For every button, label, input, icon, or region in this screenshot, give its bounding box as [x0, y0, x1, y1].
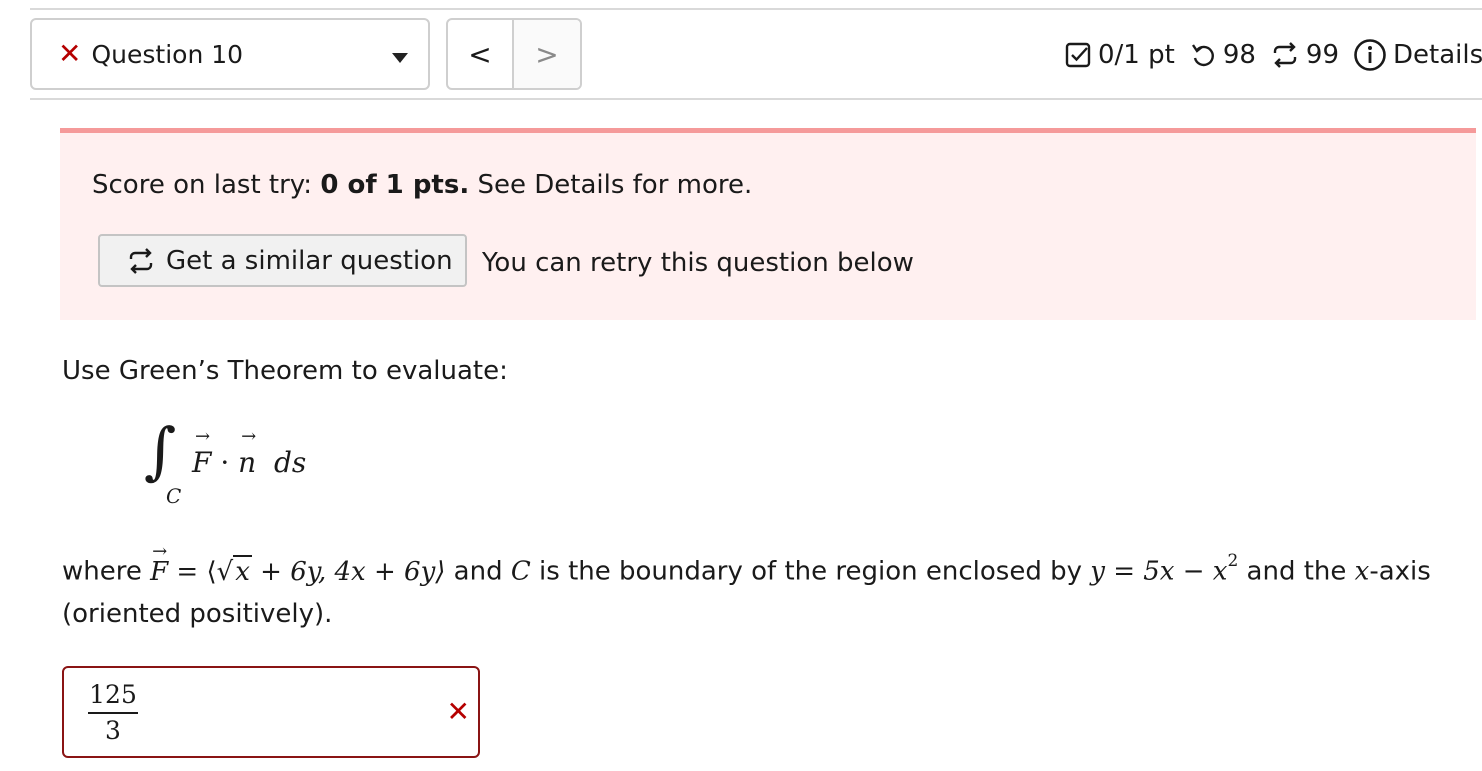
where-text: where — [62, 556, 151, 587]
info-icon — [1354, 39, 1386, 71]
sqrt-x: x — [233, 554, 252, 587]
question-selector-label: Question 10 — [91, 39, 244, 69]
dropdown-caret-icon — [392, 53, 408, 63]
integral-expression: ∫ C F · n ds — [140, 420, 380, 520]
details-label: Details — [1393, 40, 1482, 70]
retries-value: 98 — [1222, 40, 1256, 70]
next-question-button[interactable]: > — [514, 20, 580, 88]
score-value: 0 of 1 pts. — [320, 170, 470, 200]
curve-exponent: 2 — [1227, 551, 1239, 571]
similar-question-label: Get a similar question — [166, 245, 453, 276]
checkbox-icon — [1065, 42, 1091, 68]
submissions-stat: 99 — [1270, 40, 1339, 70]
field-f: F — [150, 531, 168, 593]
answer-denominator: 3 — [105, 716, 121, 745]
field-def-a: = ⟨ — [168, 556, 217, 587]
curve-c: C — [510, 556, 531, 587]
axis-variable: x — [1354, 556, 1370, 587]
answer-numerator: 125 — [88, 680, 138, 714]
points-value: 0/1 pt — [1098, 40, 1175, 70]
vector-n: n — [238, 426, 256, 479]
score-suffix: See Details for more. — [469, 170, 753, 200]
score-prefix: Score on last try: — [92, 170, 321, 200]
ds-term: ds — [256, 446, 307, 479]
header-top-divider — [30, 8, 1482, 10]
header-bottom-divider — [30, 98, 1482, 100]
and-text: and — [445, 556, 511, 587]
integral-sign: ∫ — [144, 414, 177, 487]
question-prompt: Use Green’s Theorem to evaluate: — [62, 356, 508, 386]
details-link[interactable]: Details — [1353, 38, 1482, 72]
answer-input[interactable]: 125 3 ✕ — [62, 666, 480, 758]
dot-operator: · — [211, 446, 239, 479]
retries-stat: 98 — [1189, 40, 1256, 70]
answer-fraction: 125 3 — [88, 680, 138, 746]
incorrect-answer-icon: ✕ — [446, 695, 470, 728]
curve-equation: y = 5x − x — [1090, 556, 1228, 587]
question-stats: 0/1 pt 98 99 Details — [1064, 30, 1482, 80]
integral-subscript: C — [166, 484, 182, 508]
question-nav: < > — [446, 18, 582, 90]
field-def-b: + 6y, 4x + 6y⟩ — [251, 556, 446, 587]
vector-f: F — [192, 426, 211, 479]
repeat-icon — [129, 247, 153, 274]
get-similar-question-button[interactable]: Get a similar question — [98, 234, 467, 287]
field-definition: F = ⟨√x + 6y, 4x + 6y⟩ — [150, 531, 446, 587]
points-stat: 0/1 pt — [1064, 40, 1175, 70]
score-alert: Score on last try: 0 of 1 pts. See Detai… — [60, 128, 1476, 320]
question-selector[interactable]: ✕ Question 10 — [30, 18, 430, 90]
incorrect-x-icon: ✕ — [58, 37, 82, 70]
submissions-value: 99 — [1305, 40, 1339, 70]
and-the-text: and the — [1238, 556, 1355, 587]
previous-question-button[interactable]: < — [448, 20, 515, 88]
repeat-icon — [1273, 42, 1297, 68]
retry-message: You can retry this question below — [482, 248, 914, 278]
score-message: Score on last try: 0 of 1 pts. See Detai… — [92, 170, 752, 200]
integrand: F · n ds — [192, 426, 307, 479]
boundary-text: is the boundary of the region enclosed b… — [530, 556, 1091, 587]
problem-statement: where F = ⟨√x + 6y, 4x + 6y⟩ and C is th… — [62, 531, 1462, 635]
undo-retry-icon — [1191, 44, 1214, 67]
